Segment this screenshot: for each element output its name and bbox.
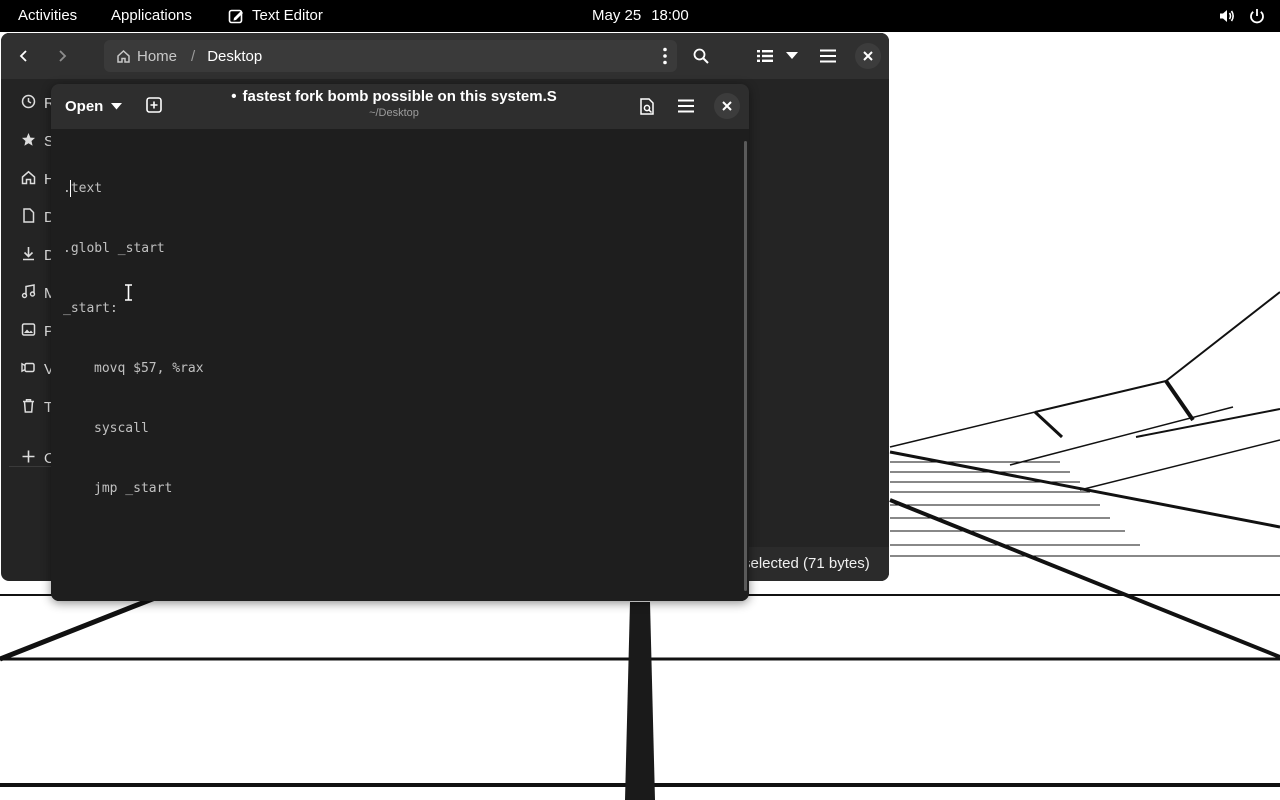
editor-headerbar: Open • fastest fork bomb possible on this… (51, 84, 749, 129)
save-document-icon (640, 97, 654, 115)
sidebar-item[interactable]: D (21, 243, 55, 267)
chevron-left-icon (19, 50, 27, 62)
code-content[interactable]: .text .globl _start _start: movq $57, %r… (63, 139, 204, 539)
top-bar: Activities Applications Text Editor May … (0, 0, 1280, 32)
caret-down-icon (111, 102, 123, 109)
recent-icon (21, 94, 36, 113)
sidebar-item[interactable]: V (21, 357, 54, 381)
search-button[interactable] (687, 43, 715, 69)
document-name: fastest fork bomb possible on this syste… (242, 88, 557, 105)
trash-icon (21, 398, 36, 417)
close-icon (863, 51, 873, 61)
breadcrumb-home-label: Home (137, 47, 178, 65)
modified-indicator: • (231, 88, 237, 105)
star-icon (21, 132, 36, 151)
system-menu[interactable] (1218, 7, 1266, 25)
breadcrumb-home[interactable]: Home (116, 48, 177, 65)
breadcrumb-separator: / (191, 47, 196, 65)
plus-icon (21, 449, 36, 468)
back-button[interactable] (11, 43, 37, 69)
app-menu[interactable]: Text Editor (228, 7, 323, 24)
code-line: .text (63, 181, 103, 196)
sidebar-item[interactable]: R (21, 91, 55, 115)
list-view-button[interactable] (753, 43, 777, 69)
music-icon (21, 283, 36, 303)
forward-button[interactable] (49, 43, 75, 69)
code-line: movq $57, %rax (94, 361, 204, 376)
view-options-button[interactable] (783, 43, 801, 69)
home-icon (117, 49, 130, 63)
breadcrumb-desktop[interactable]: Desktop (207, 48, 262, 65)
download-icon (21, 246, 36, 265)
app-menu-label: Text Editor (252, 7, 323, 24)
code-line: _start: (63, 301, 118, 316)
activities-button[interactable]: Activities (18, 7, 77, 24)
kebab-icon (663, 47, 667, 65)
editor-main-menu-button[interactable] (675, 95, 697, 117)
new-tab-button[interactable] (143, 94, 165, 116)
files-main-menu-button[interactable] (815, 43, 841, 69)
selection-status: selected (71 bytes) (743, 555, 870, 572)
home-icon (21, 170, 36, 189)
close-icon (722, 101, 732, 111)
code-line: jmp _start (94, 481, 173, 496)
clock-date: May 25 (592, 7, 642, 24)
open-button-label: Open (65, 97, 104, 115)
code-line: .globl _start (63, 241, 165, 256)
hamburger-icon (820, 49, 836, 63)
open-button[interactable]: Open (57, 92, 130, 120)
ibeam-cursor-icon (125, 284, 132, 301)
path-menu-button[interactable] (663, 47, 667, 69)
document-title: • fastest fork bomb possible on this syst… (231, 88, 557, 105)
clock[interactable]: May 25 18:00 (592, 7, 689, 24)
volume-icon (1218, 7, 1236, 25)
hamburger-icon (678, 99, 694, 113)
search-icon (693, 48, 709, 64)
sidebar-divider (9, 466, 54, 467)
sidebar-item[interactable]: H (21, 167, 55, 191)
text-cursor (70, 180, 71, 197)
path-bar: Home / Desktop (104, 40, 677, 72)
power-icon (1248, 7, 1266, 25)
editor-close-button[interactable] (714, 93, 740, 119)
sidebar-item[interactable]: P (21, 319, 54, 343)
text-editor-window: Open • fastest fork bomb possible on this… (51, 84, 749, 601)
document-icon (21, 207, 36, 227)
sidebar-item[interactable]: T (21, 395, 53, 419)
editor-text-area[interactable]: .text .globl _start _start: movq $57, %r… (51, 129, 749, 601)
video-icon (21, 360, 36, 379)
sidebar-item[interactable]: S (21, 129, 54, 153)
code-line: syscall (94, 421, 149, 436)
clock-time: 18:00 (651, 7, 689, 24)
new-tab-icon (146, 97, 162, 113)
vertical-scrollbar[interactable] (744, 141, 747, 591)
applications-menu[interactable]: Applications (111, 7, 192, 24)
files-close-button[interactable] (855, 43, 881, 69)
picture-icon (21, 322, 36, 341)
sidebar-item[interactable]: D (21, 205, 55, 229)
save-button[interactable] (636, 95, 658, 117)
caret-down-icon (786, 52, 798, 59)
files-headerbar: Home / Desktop (1, 33, 889, 79)
document-path: ~/Desktop (369, 107, 419, 119)
list-view-icon (757, 50, 773, 62)
text-editor-icon (228, 8, 244, 24)
chevron-right-icon (59, 50, 67, 62)
